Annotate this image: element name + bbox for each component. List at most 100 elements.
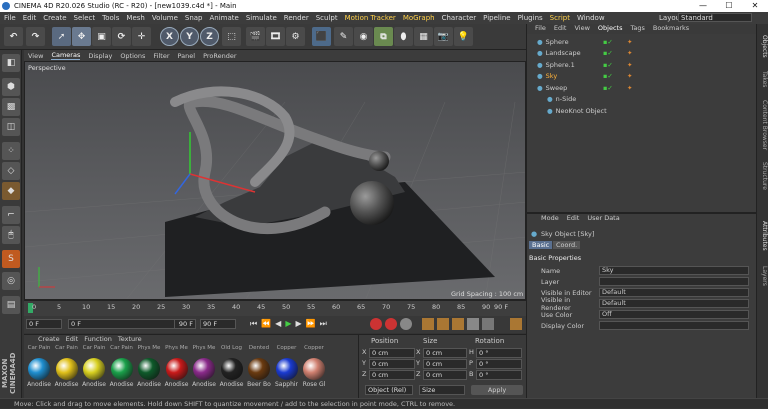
viewport-menu-cameras[interactable]: Cameras	[51, 51, 81, 60]
visibility-check-icon[interactable]: ▪✓	[603, 61, 613, 69]
right-tab-attributes[interactable]: Attributes	[758, 214, 768, 258]
camera-icon[interactable]: 📷	[434, 27, 453, 46]
menu-snap[interactable]: Snap	[185, 14, 203, 22]
attribute-value-field[interactable]: Sky	[599, 266, 749, 275]
param-key-icon[interactable]	[467, 318, 479, 330]
rotate-tool-icon[interactable]: ⟳	[112, 27, 131, 46]
edges-mode-icon[interactable]: ◇	[2, 162, 20, 180]
transform-tool-icon[interactable]: ✛	[132, 27, 151, 46]
menu-sculpt[interactable]: Sculpt	[316, 14, 338, 22]
material-swatch[interactable]: Phys Me Anodise	[136, 345, 162, 388]
attribute-value-field[interactable]: Off	[599, 310, 749, 319]
model-mode-icon[interactable]: ⬢	[2, 78, 20, 96]
tag-icon[interactable]: ✦	[627, 38, 632, 46]
go-to-end-icon[interactable]: ⏭	[320, 319, 327, 330]
make-editable-icon[interactable]: ◧	[2, 54, 20, 72]
enable-axis-icon[interactable]: ⌐	[2, 206, 20, 224]
material-menu-function[interactable]: Function	[84, 335, 112, 344]
menu-motion-tracker[interactable]: Motion Tracker	[345, 14, 396, 22]
object-menu-file[interactable]: File	[535, 24, 546, 34]
menu-script[interactable]: Script	[550, 14, 570, 22]
material-swatch[interactable]: Car Pain Anodise	[81, 345, 107, 388]
timeline-ruler[interactable]: 0 5 10 15 20 25 30 35 40 45 50 55 60 65 70 75 80 85 90 90 …	[24, 300, 526, 316]
rotation-field[interactable]: 0 °	[476, 359, 522, 369]
viewport-menu-prorender[interactable]: ProRender	[203, 52, 236, 60]
redo-icon[interactable]: ↷	[26, 27, 45, 46]
minimize-button[interactable]: —	[690, 0, 716, 12]
preview-end-field[interactable]: 90 F	[174, 319, 196, 329]
cloner-icon[interactable]: ⧉	[374, 27, 393, 46]
material-swatch[interactable]: Dented Beer Bo	[246, 345, 272, 388]
right-tab-takes[interactable]: Takes	[758, 64, 768, 94]
viewport-menu-display[interactable]: Display	[88, 52, 112, 60]
next-key-icon[interactable]: ⏩	[306, 319, 316, 330]
material-swatch[interactable]: Old Log Anodise	[219, 345, 245, 388]
attribute-value-field[interactable]	[599, 321, 749, 330]
attribute-value-field[interactable]: Default	[599, 288, 749, 297]
right-tab-objects[interactable]: Objects	[758, 30, 768, 62]
scale-key-icon[interactable]	[437, 318, 449, 330]
menu-mesh[interactable]: Mesh	[126, 14, 144, 22]
polygons-mode-icon[interactable]: ◆	[2, 182, 20, 200]
right-tab-content-browser[interactable]: Content Browser	[758, 96, 768, 154]
tag-icon[interactable]: ✦	[627, 49, 632, 57]
current-frame-field[interactable]: 0 F	[26, 319, 62, 329]
viewport-menu-panel[interactable]: Panel	[178, 52, 196, 60]
rotation-field[interactable]: 0 °	[476, 348, 522, 358]
timeline-menu-icon[interactable]	[510, 318, 522, 330]
tweak-mode-icon[interactable]: 🖱	[2, 226, 20, 244]
play-icon[interactable]: ▶	[285, 319, 291, 330]
go-to-start-icon[interactable]: ⏮	[250, 319, 257, 330]
material-swatch[interactable]: Copper Rose Gl	[301, 345, 327, 388]
end-frame-field[interactable]: 90 F	[200, 319, 236, 329]
size-mode-dropdown[interactable]: Size	[419, 385, 465, 395]
material-swatch[interactable]: Copper Sapphir	[274, 345, 300, 388]
menu-window[interactable]: Window	[577, 14, 605, 22]
material-menu-texture[interactable]: Texture	[118, 335, 142, 344]
menu-file[interactable]: File	[4, 14, 16, 22]
object-row[interactable]: ● Sky ▪✓ ✦	[527, 71, 757, 82]
record-key-icon[interactable]	[370, 318, 382, 330]
rotation-key-icon[interactable]	[452, 318, 464, 330]
tab-basic[interactable]: Basic	[529, 241, 553, 249]
cube-primitive-icon[interactable]: ⬛	[312, 27, 331, 46]
rotation-field[interactable]: 0 °	[476, 370, 522, 380]
select-arrow-icon[interactable]: ➚	[52, 27, 71, 46]
tag-icon[interactable]: ✦	[627, 72, 632, 80]
coordinate-mode-dropdown[interactable]: Object (Rel)	[365, 385, 413, 395]
size-field[interactable]: 0 cm	[423, 348, 467, 358]
object-menu-objects[interactable]: Objects	[598, 24, 623, 34]
object-row[interactable]: ● Sphere ▪✓ ✦	[527, 36, 757, 47]
visibility-check-icon[interactable]: ▪✓	[603, 72, 613, 80]
material-swatch[interactable]: Car Pain Anodise	[26, 345, 52, 388]
material-menu-edit[interactable]: Edit	[66, 335, 79, 344]
visibility-check-icon[interactable]: ▪✓	[603, 38, 613, 46]
layout-dropdown[interactable]: Standard	[678, 13, 752, 22]
menu-edit[interactable]: Edit	[23, 14, 37, 22]
object-row[interactable]: ● NeoKnot Object	[527, 105, 757, 116]
object-menu-edit[interactable]: Edit	[554, 24, 567, 34]
position-field[interactable]: 0 cm	[369, 359, 415, 369]
material-swatch[interactable]: Phys Me Anodise	[191, 345, 217, 388]
attribute-value-field[interactable]: Default	[599, 299, 749, 308]
y-axis-lock-button[interactable]: Y	[180, 27, 199, 46]
material-swatch[interactable]: Phys Me Anodise	[164, 345, 190, 388]
size-field[interactable]: 0 cm	[423, 359, 467, 369]
material-menu-create[interactable]: Create	[38, 335, 60, 344]
object-menu-bookmarks[interactable]: Bookmarks	[653, 24, 689, 34]
tag-icon[interactable]: ✦	[627, 61, 632, 69]
prev-frame-icon[interactable]: ◀	[275, 319, 281, 330]
keyframe-selection-icon[interactable]	[400, 318, 412, 330]
solo-icon[interactable]: ◎	[2, 272, 20, 290]
menu-select[interactable]: Select	[74, 14, 96, 22]
viewport-menu-filter[interactable]: Filter	[153, 52, 169, 60]
render-settings-icon[interactable]: ⚙	[286, 27, 305, 46]
subdivision-icon[interactable]: ◉	[354, 27, 373, 46]
apply-button[interactable]: Apply	[471, 385, 523, 395]
pla-key-icon[interactable]	[482, 318, 494, 330]
right-tab-layers[interactable]: Layers	[758, 260, 768, 292]
object-row[interactable]: ● n-Side	[527, 94, 757, 105]
scale-tool-icon[interactable]: ▣	[92, 27, 111, 46]
x-axis-lock-button[interactable]: X	[160, 27, 179, 46]
menu-tools[interactable]: Tools	[102, 14, 119, 22]
